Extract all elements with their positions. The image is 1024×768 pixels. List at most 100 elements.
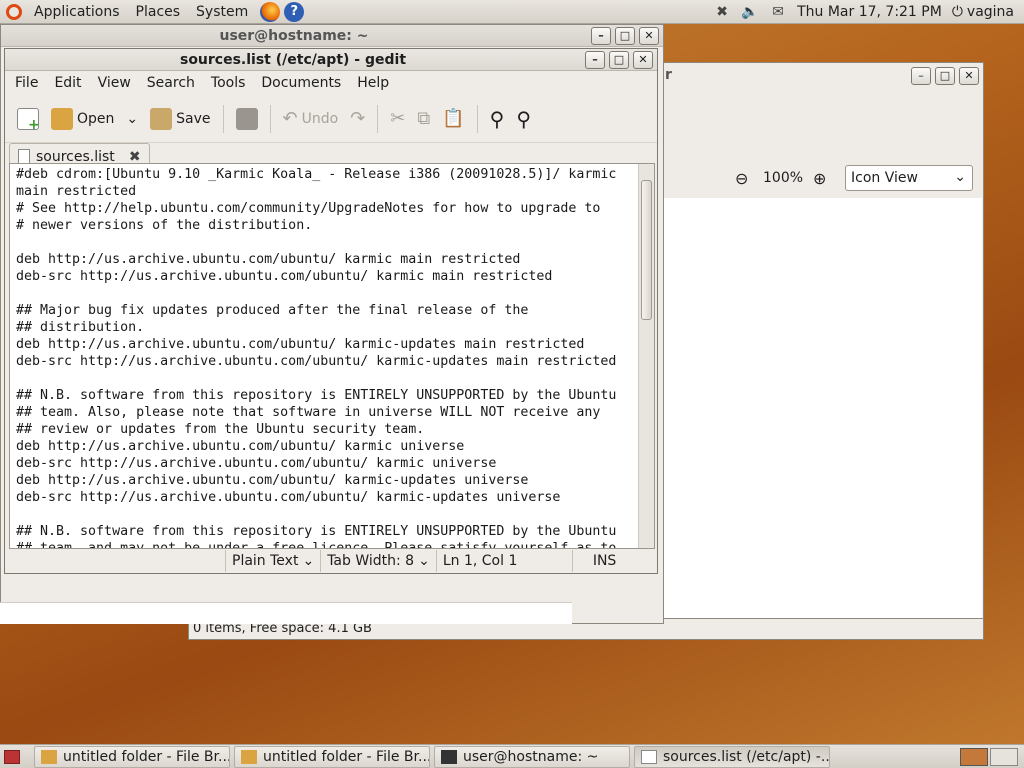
undo-icon: ↶ xyxy=(282,108,298,129)
close-button[interactable]: ✕ xyxy=(633,50,653,69)
vertical-scrollbar[interactable] xyxy=(638,164,654,548)
menu-documents[interactable]: Documents xyxy=(253,75,349,91)
taskbar-item-file-browser-2[interactable]: untitled folder - File Br... xyxy=(234,745,430,768)
menubar: File Edit View Search Tools Documents He… xyxy=(5,71,657,95)
editor-content[interactable]: #deb cdrom:[Ubuntu 9.10 _Karmic Koala_ -… xyxy=(16,166,636,548)
insert-mode-label: INS xyxy=(592,553,617,569)
folder-icon xyxy=(41,749,57,764)
power-icon[interactable]: ⏻ xyxy=(952,4,963,20)
file-browser-title: r xyxy=(665,67,672,83)
chevron-down-icon: ⌄ xyxy=(954,169,966,185)
workspace-1[interactable] xyxy=(960,747,988,766)
minimize-button[interactable]: – xyxy=(585,50,605,69)
cursor-position: Ln 1, Col 1 xyxy=(435,550,572,572)
maximize-button[interactable]: □ xyxy=(615,26,635,45)
show-desktop-icon[interactable] xyxy=(4,749,20,764)
cut-button[interactable]: ✂ xyxy=(384,101,411,137)
tab-width-label: Tab Width: 8 xyxy=(327,553,415,569)
top-panel: Applications Places System ? ✖ 🔈 ✉ Thu M… xyxy=(0,0,1024,24)
workspace-switcher[interactable] xyxy=(960,747,1018,766)
save-icon xyxy=(150,107,173,130)
copy-button[interactable]: ⧉ xyxy=(411,101,436,137)
taskbar-item-terminal[interactable]: user@hostname: ~ xyxy=(434,745,630,768)
volume-icon[interactable]: 🔈 xyxy=(741,4,759,20)
taskbar-label: untitled folder - File Br... xyxy=(63,748,230,765)
insert-mode: INS xyxy=(571,550,623,572)
taskbar-label: user@hostname: ~ xyxy=(463,748,599,765)
folder-open-icon xyxy=(51,107,73,130)
toolbar: + Open ⌄ Save ↶ Undo ↷ ✂ ⧉ 📋 ⚲ ⚲ xyxy=(5,95,657,143)
close-button[interactable]: ✕ xyxy=(959,67,979,85)
new-document-icon: + xyxy=(17,107,40,133)
replace-button[interactable]: ⚲ xyxy=(510,101,537,137)
save-label: Save xyxy=(176,110,211,127)
menu-file[interactable]: File xyxy=(7,75,46,91)
taskbar-label: untitled folder - File Br... xyxy=(263,748,430,765)
terminal-icon xyxy=(441,749,457,764)
taskbar-item-file-browser-1[interactable]: untitled folder - File Br... xyxy=(34,745,230,768)
paste-icon: 📋 xyxy=(442,108,465,129)
menu-search[interactable]: Search xyxy=(139,75,203,91)
language-label: Plain Text xyxy=(232,553,299,569)
view-mode-select[interactable]: Icon View ⌄ xyxy=(845,165,973,191)
text-editor[interactable]: #deb cdrom:[Ubuntu 9.10 _Karmic Koala_ -… xyxy=(9,163,655,549)
firefox-icon[interactable] xyxy=(260,1,281,22)
user-menu[interactable]: vagina xyxy=(967,4,1014,20)
maximize-button[interactable]: □ xyxy=(609,50,629,69)
minimize-button[interactable]: – xyxy=(591,26,611,45)
find-button[interactable]: ⚲ xyxy=(484,101,511,137)
menu-help[interactable]: Help xyxy=(349,75,397,91)
cursor-position-label: Ln 1, Col 1 xyxy=(442,553,518,569)
scrollbar-thumb[interactable] xyxy=(641,180,652,320)
zoom-level: 100% xyxy=(763,170,804,186)
text-editor-icon xyxy=(641,749,657,764)
gedit-window: sources.list (/etc/apt) - gedit – □ ✕ Fi… xyxy=(4,48,658,574)
new-button[interactable]: + xyxy=(11,101,45,137)
toolbar-separator xyxy=(269,104,271,133)
tab-width-select[interactable]: Tab Width: 8 ⌄ xyxy=(320,550,436,572)
print-button[interactable] xyxy=(230,101,264,137)
zoom-in-icon[interactable]: ⊕ xyxy=(813,169,826,188)
redo-icon: ↷ xyxy=(350,108,366,129)
terminal-area[interactable] xyxy=(0,602,572,624)
print-icon xyxy=(235,107,258,130)
save-button[interactable]: Save xyxy=(144,101,216,137)
cut-icon: ✂ xyxy=(390,108,406,129)
chevron-down-icon: ⌄ xyxy=(418,553,430,569)
menu-edit[interactable]: Edit xyxy=(46,75,89,91)
chevron-down-icon[interactable]: ⌄ xyxy=(126,111,138,127)
menu-tools[interactable]: Tools xyxy=(203,75,254,91)
applications-menu[interactable]: Applications xyxy=(26,4,128,20)
copy-icon: ⧉ xyxy=(417,108,431,129)
workspace-2[interactable] xyxy=(990,747,1018,766)
chevron-down-icon: ⌄ xyxy=(302,553,315,569)
maximize-button[interactable]: □ xyxy=(935,67,955,85)
language-select[interactable]: Plain Text ⌄ xyxy=(225,550,320,572)
folder-icon xyxy=(241,749,257,764)
terminal-title: user@hostname: ~ xyxy=(219,27,369,44)
open-label: Open xyxy=(77,110,115,127)
gedit-title: sources.list (/etc/apt) - gedit xyxy=(179,51,407,68)
mail-icon[interactable]: ✉ xyxy=(769,4,787,20)
system-menu[interactable]: System xyxy=(188,4,256,20)
paste-button[interactable]: 📋 xyxy=(436,101,470,137)
redo-button[interactable]: ↷ xyxy=(344,101,371,137)
undo-button[interactable]: ↶ Undo xyxy=(277,101,345,137)
document-icon xyxy=(18,149,30,164)
minimize-button[interactable]: – xyxy=(911,67,931,85)
close-button[interactable]: ✕ xyxy=(639,26,659,45)
undo-label: Undo xyxy=(301,110,339,127)
ubuntu-logo-icon[interactable] xyxy=(6,3,22,20)
zoom-out-icon[interactable]: ⊖ xyxy=(735,169,748,188)
toolbar-separator xyxy=(476,104,478,133)
menu-view[interactable]: View xyxy=(90,75,139,91)
network-icon[interactable]: ✖ xyxy=(713,4,731,20)
places-menu[interactable]: Places xyxy=(128,4,189,20)
clock[interactable]: Thu Mar 17, 7:21 PM xyxy=(797,4,942,20)
taskbar-item-gedit[interactable]: sources.list (/etc/apt) -... xyxy=(634,745,830,768)
bottom-panel: untitled folder - File Br... untitled fo… xyxy=(0,744,1024,768)
find-replace-icon: ⚲ xyxy=(516,106,531,131)
help-icon[interactable]: ? xyxy=(284,1,305,22)
search-icon: ⚲ xyxy=(489,106,505,131)
open-button[interactable]: Open ⌄ xyxy=(45,101,144,137)
